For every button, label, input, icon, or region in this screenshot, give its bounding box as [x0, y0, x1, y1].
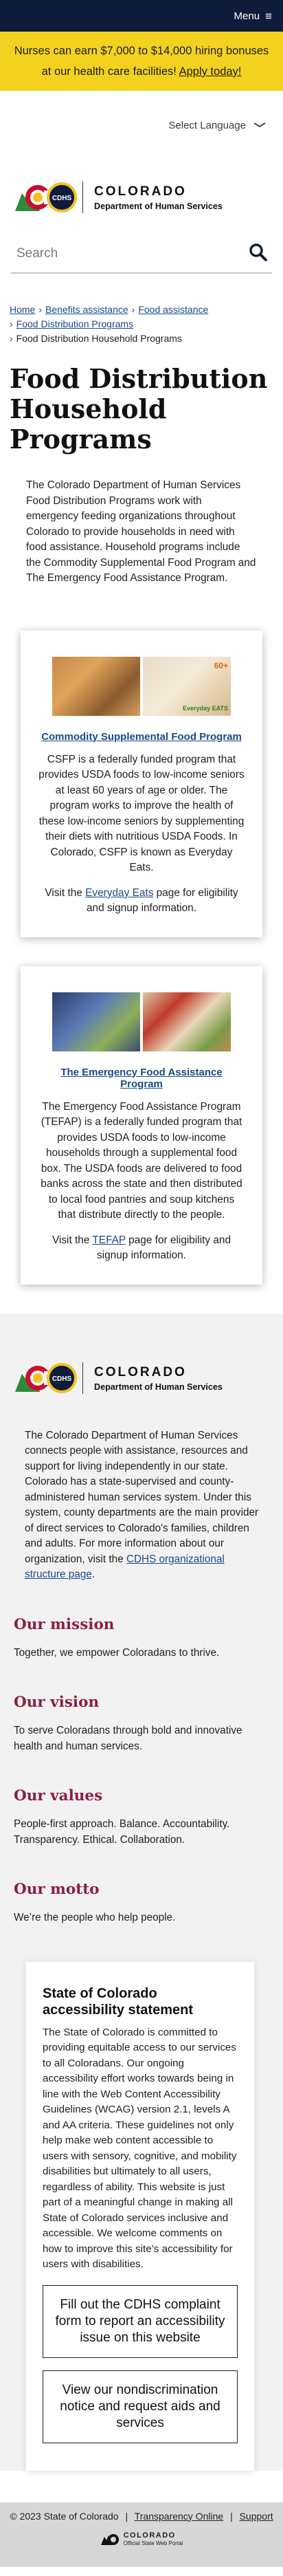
footer-brand-subtitle: Official State Web Portal	[123, 2540, 183, 2546]
csfp-visit-text: Visit the Everyday Eats page for eligibi…	[38, 886, 245, 917]
footer-copyright: © 2023 State of Colorado	[10, 2510, 119, 2522]
logo-badge-text: CDHS	[52, 1375, 72, 1383]
footer-brand[interactable]: COLORADO Official State Web Portal	[0, 2531, 283, 2548]
logo-title: COLORADO	[94, 1364, 187, 1379]
header-logo[interactable]: CDHS COLORADO Department of Human Servic…	[0, 160, 283, 235]
csfp-photo-left	[52, 656, 140, 716]
breadcrumb: Home › Benefits assistance › Food assistance…	[0, 303, 283, 346]
breadcrumb-separator: ›	[10, 318, 13, 329]
colorado-logo-icon: CDHS	[14, 1357, 78, 1399]
logo-divider	[82, 1362, 83, 1394]
tefap-title-link[interactable]: The Emergency Food Assistance Program	[38, 1067, 245, 1090]
language-label: Select Language	[168, 119, 246, 131]
logo-divider	[82, 182, 83, 213]
tefap-photo-right	[143, 992, 231, 1051]
page-title: Food Distribution Household Programs	[10, 363, 268, 455]
vision-heading: Our vision	[14, 1694, 100, 1711]
program-cards: 60+ Everyday EATS Commodity Supplemental…	[0, 630, 283, 1285]
footer-divider: |	[125, 2510, 128, 2522]
about-period: .	[91, 1569, 95, 1580]
footer-divider: |	[230, 2510, 233, 2522]
apply-today-link[interactable]: Apply today!	[179, 65, 242, 78]
csfp-badge: 60+	[214, 660, 228, 670]
program-card-tefap: The Emergency Food Assistance Program Th…	[21, 965, 262, 1285]
program-card-csfp: 60+ Everyday EATS Commodity Supplemental…	[21, 630, 262, 937]
breadcrumb-separator: ›	[38, 304, 43, 315]
logo-title: COLORADO	[94, 184, 187, 199]
page-intro: The Colorado Department of Human Service…	[26, 479, 256, 584]
menu-label: Menu	[234, 10, 260, 22]
footer: © 2023 State of Colorado | Transparency …	[0, 2502, 283, 2567]
values-text: People-first approach. Balance. Accounta…	[14, 1818, 230, 1846]
breadcrumb-distribution[interactable]: Food Distribution Programs	[16, 318, 133, 329]
csfp-image: 60+ Everyday EATS	[52, 656, 231, 716]
transparency-link[interactable]: Transparency Online	[135, 2511, 223, 2522]
colorado-c-icon	[100, 2531, 121, 2548]
csfp-caption: Everyday EATS	[183, 704, 228, 712]
csfp-title-link[interactable]: Commodity Supplemental Food Program	[38, 731, 245, 743]
breadcrumb-home[interactable]: Home	[10, 304, 35, 315]
csfp-description: CSFP is a federally funded program that …	[38, 753, 245, 874]
visit-prefix: Visit the	[45, 886, 82, 899]
footer-links: © 2023 State of Colorado | Transparency …	[0, 2511, 283, 2522]
chevron-down-icon	[253, 120, 266, 130]
accessibility-text: The State of Colorado is committed to pr…	[43, 2026, 237, 2271]
logo-subtitle: Department of Human Services	[94, 1382, 223, 1392]
about-logo[interactable]: CDHS COLORADO Department of Human Servic…	[14, 1357, 267, 1399]
breadcrumb-current: Food Distribution Household Programs	[16, 333, 182, 344]
search-input[interactable]: Search	[16, 246, 249, 261]
tefap-description: The Emergency Food Assistance Program (T…	[41, 1100, 242, 1221]
tefap-visit-text: Visit the TEFAP page for eligibility and…	[38, 1233, 245, 1264]
about-text: The Colorado Department of Human Service…	[25, 1428, 267, 1583]
accessibility-title: State of Colorado accessibility statemen…	[43, 1985, 193, 2018]
support-link[interactable]: Support	[240, 2511, 273, 2522]
motto-heading: Our motto	[14, 1881, 100, 1898]
everyday-eats-link[interactable]: Everyday Eats	[85, 887, 153, 899]
breadcrumb-separator: ›	[131, 304, 135, 315]
tefap-image	[52, 992, 231, 1051]
csfp-photo-right: 60+ Everyday EATS	[143, 656, 231, 716]
breadcrumb-food-assistance[interactable]: Food assistance	[138, 304, 208, 315]
colorado-logo-icon: CDHS	[14, 177, 78, 219]
about-section: CDHS COLORADO Department of Human Servic…	[0, 1313, 283, 2471]
values-heading: Our values	[14, 1787, 103, 1804]
breadcrumb-benefits[interactable]: Benefits assistance	[45, 304, 128, 315]
vision-text: To serve Coloradans through bold and inn…	[14, 1725, 242, 1752]
complaint-form-button[interactable]: Fill out the CDHS complaint form to repo…	[43, 2284, 238, 2358]
top-bar: Menu ≡	[0, 0, 283, 32]
search-icon[interactable]	[249, 243, 268, 265]
menu-button[interactable]: Menu ≡	[234, 10, 272, 22]
logo-subtitle: Department of Human Services	[94, 201, 223, 211]
accessibility-statement: State of Colorado accessibility statemen…	[26, 1961, 254, 2471]
about-body: The Colorado Department of Human Service…	[25, 1429, 259, 1565]
search-bar: Search	[11, 235, 272, 274]
visit-prefix: Visit the	[52, 1234, 90, 1246]
tefap-photo-left	[52, 992, 140, 1051]
breadcrumb-separator: ›	[10, 333, 13, 344]
logo-badge-text: CDHS	[52, 195, 72, 202]
mission-text: Together, we empower Coloradans to thriv…	[14, 1646, 220, 1659]
language-selector[interactable]: Select Language	[0, 91, 283, 160]
footer-brand-title: COLORADO	[123, 2531, 176, 2540]
mission-heading: Our mission	[14, 1615, 115, 1633]
nondiscrimination-button[interactable]: View our nondiscrimination notice and re…	[43, 2370, 238, 2443]
hamburger-icon: ≡	[265, 9, 272, 23]
motto-text: We’re the people who help people.	[14, 1912, 176, 1923]
alert-banner: Nurses can earn $7,000 to $14,000 hiring…	[0, 32, 283, 91]
tefap-link[interactable]: TEFAP	[92, 1234, 125, 1246]
